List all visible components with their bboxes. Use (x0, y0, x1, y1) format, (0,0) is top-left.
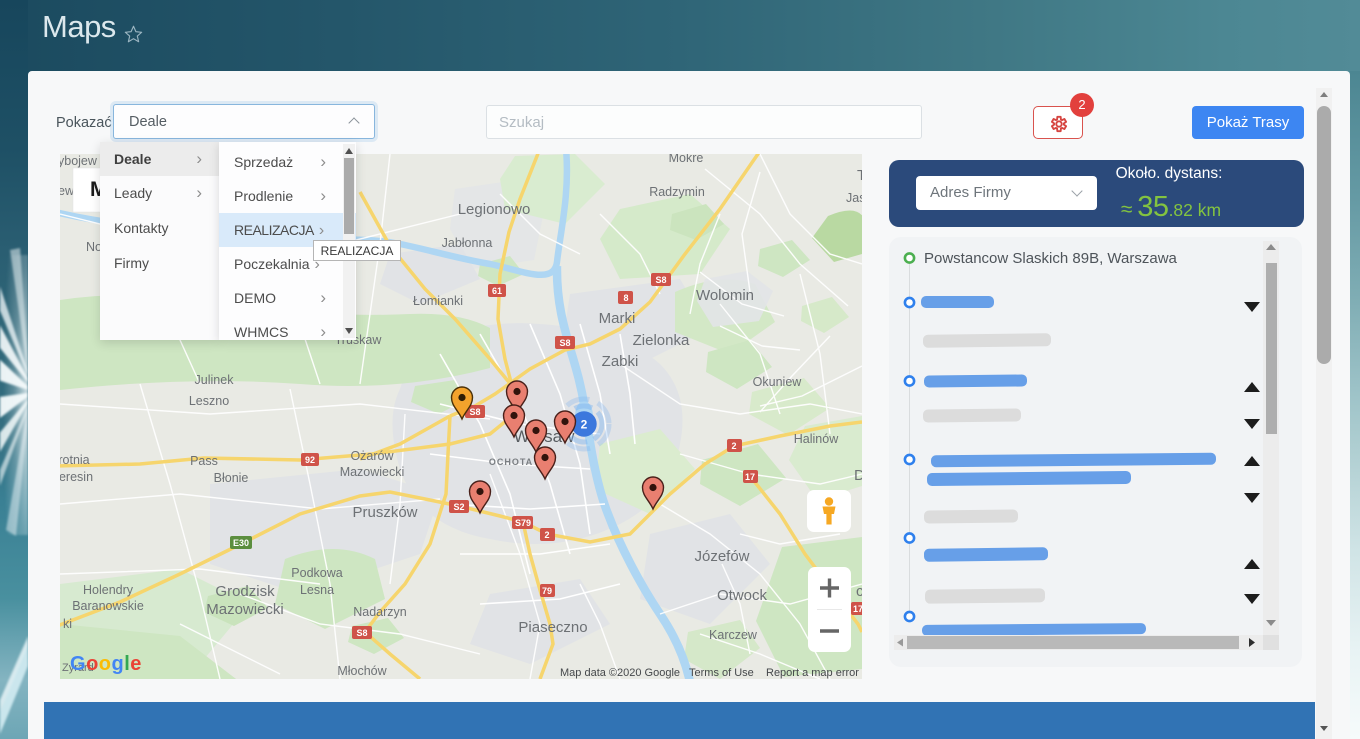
svg-text:Otwock: Otwock (717, 587, 768, 604)
svg-text:92: 92 (305, 455, 315, 465)
svg-text:Google: Google (70, 653, 142, 675)
svg-text:S2: S2 (453, 502, 464, 512)
svg-text:S8: S8 (469, 407, 480, 417)
svg-text:Józefów: Józefów (694, 548, 749, 565)
svg-text:ybojew: ybojew (60, 154, 98, 168)
svg-text:2: 2 (544, 530, 549, 540)
svg-text:Julinek: Julinek (195, 373, 235, 387)
svg-text:8: 8 (623, 293, 628, 303)
svg-text:Legionowo: Legionowo (458, 201, 531, 218)
svg-text:17: 17 (853, 604, 862, 614)
svg-text:Lesna: Lesna (300, 583, 334, 597)
svg-text:S8: S8 (356, 628, 367, 638)
svg-text:S79: S79 (515, 518, 531, 528)
svg-text:Pruszków: Pruszków (352, 504, 417, 521)
svg-text:Grodzisk: Grodzisk (215, 583, 275, 600)
svg-text:Baranowskie: Baranowskie (72, 599, 144, 613)
svg-text:E30: E30 (233, 538, 249, 548)
svg-text:Mazowiecki: Mazowiecki (340, 465, 405, 479)
svg-text:Radzymin: Radzymin (649, 185, 705, 199)
svg-text:S8: S8 (559, 338, 570, 348)
svg-text:ki: ki (63, 617, 72, 631)
svg-text:Dę: Dę (854, 467, 862, 484)
svg-text:eresin: eresin (60, 470, 93, 484)
svg-text:Terms of Use: Terms of Use (689, 667, 754, 679)
svg-text:Jabłonna: Jabłonna (442, 236, 493, 250)
svg-text:Halinów: Halinów (794, 432, 839, 446)
svg-text:Błonie: Błonie (214, 471, 249, 485)
svg-text:rotnia: rotnia (60, 453, 90, 467)
svg-text:Podkowa: Podkowa (291, 566, 342, 580)
svg-text:Marki: Marki (599, 310, 636, 327)
svg-text:Powstancow Slaskich 89B, Warsz: Powstancow Slaskich 89B, Warszawa (924, 250, 1178, 267)
svg-text:ew: ew (60, 184, 75, 198)
svg-text:Karczew: Karczew (709, 628, 758, 642)
svg-text:S8: S8 (655, 275, 666, 285)
svg-text:Ożarów: Ożarów (350, 449, 394, 463)
svg-text:Nadarzyn: Nadarzyn (353, 605, 407, 619)
svg-text:Wolomin: Wolomin (696, 287, 754, 304)
svg-text:Łomianki: Łomianki (413, 294, 463, 308)
svg-text:Pass: Pass (190, 454, 218, 468)
svg-text:Okuniew: Okuniew (753, 375, 803, 389)
svg-text:OCHOTA: OCHOTA (489, 457, 533, 467)
svg-text:ck: ck (856, 583, 862, 600)
svg-text:Holendry: Holendry (83, 583, 134, 597)
svg-text:Jasien: Jasien (846, 191, 862, 205)
svg-text:Leszno: Leszno (189, 394, 229, 408)
svg-text:Report a map error: Report a map error (766, 667, 859, 679)
svg-text:61: 61 (492, 286, 502, 296)
svg-text:Piaseczno: Piaseczno (518, 619, 587, 636)
svg-text:Mokre: Mokre (669, 154, 704, 165)
svg-text:Młochów: Młochów (337, 664, 387, 678)
svg-text:T-: T- (857, 167, 862, 184)
svg-text:17: 17 (745, 472, 755, 482)
svg-text:Zielonka: Zielonka (633, 332, 690, 349)
svg-text:79: 79 (542, 586, 552, 596)
svg-text:2: 2 (731, 441, 736, 451)
svg-text:Map data ©2020 Google: Map data ©2020 Google (560, 667, 680, 679)
svg-text:2: 2 (581, 418, 588, 432)
svg-text:Mazowiecki: Mazowiecki (206, 601, 284, 618)
svg-text:Zabki: Zabki (602, 353, 639, 370)
